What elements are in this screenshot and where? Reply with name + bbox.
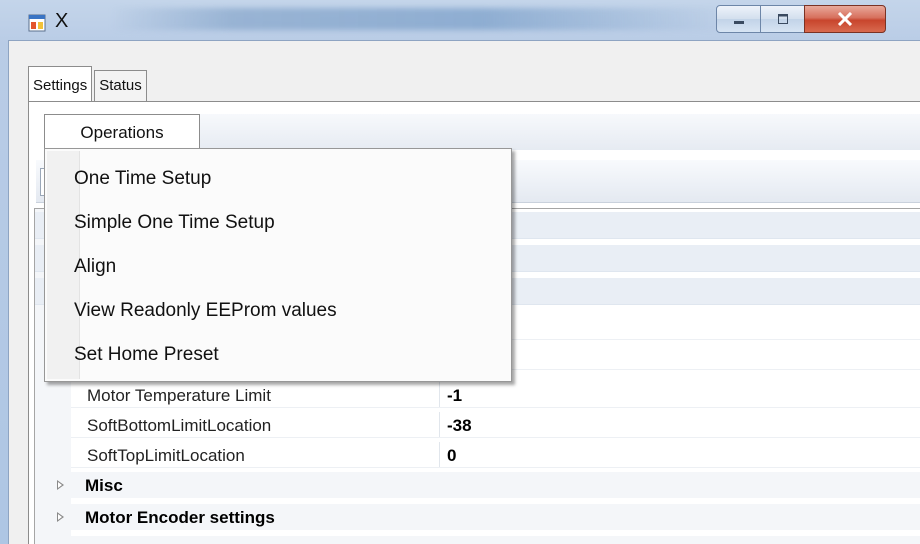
row-divider	[71, 437, 920, 438]
column-divider	[439, 442, 440, 468]
title-bar[interactable]: X	[0, 0, 920, 40]
grid-category-misc[interactable]: Misc	[35, 472, 920, 498]
grid-category-motor-encoder[interactable]: Motor Encoder settings	[35, 504, 920, 530]
maximize-button[interactable]	[760, 5, 806, 33]
tab-strip: Settings Status	[28, 66, 147, 107]
operations-menu[interactable]: Operations	[44, 114, 200, 150]
close-button[interactable]	[804, 5, 886, 33]
close-icon	[837, 12, 853, 26]
table-row[interactable]: SoftBottomLimitLocation -38	[35, 412, 920, 438]
triangle-right-icon[interactable]	[57, 480, 64, 490]
property-name: SoftBottomLimitLocation	[87, 416, 272, 435]
application-window: X Settings Status Operations Motor Tempe…	[0, 0, 920, 544]
property-value[interactable]: 0	[447, 446, 456, 466]
column-divider	[439, 382, 440, 408]
table-row[interactable]: Motor Temperature Limit -1	[35, 382, 920, 408]
blurred-title-background	[110, 8, 730, 30]
property-value[interactable]: -38	[447, 416, 472, 436]
triangle-right-icon[interactable]	[57, 512, 64, 522]
row-divider	[71, 467, 920, 468]
window-title: X	[55, 10, 69, 32]
column-divider	[439, 412, 440, 438]
menu-item-one-time-setup[interactable]: One Time Setup	[74, 168, 211, 190]
property-name: SoftTopLimitLocation	[87, 446, 245, 465]
menu-item-view-readonly-eeprom[interactable]: View Readonly EEProm values	[74, 300, 337, 322]
app-window-icon	[28, 14, 46, 32]
minimize-button[interactable]	[716, 5, 762, 33]
property-value[interactable]: -1	[447, 386, 462, 406]
table-row[interactable]: SoftTopLimitLocation 0	[35, 442, 920, 468]
menu-item-set-home-preset[interactable]: Set Home Preset	[74, 344, 219, 366]
property-name: Motor Temperature Limit	[87, 386, 271, 405]
row-divider	[71, 407, 920, 408]
tab-status[interactable]: Status	[94, 70, 147, 103]
maximize-icon	[778, 14, 788, 24]
category-label: Misc	[85, 476, 123, 495]
grid-category-partial[interactable]	[35, 536, 920, 544]
menu-item-simple-one-time-setup[interactable]: Simple One Time Setup	[74, 212, 275, 234]
menu-item-align[interactable]: Align	[74, 256, 116, 278]
category-label: Motor Encoder settings	[85, 508, 275, 527]
minimize-icon	[734, 21, 744, 24]
